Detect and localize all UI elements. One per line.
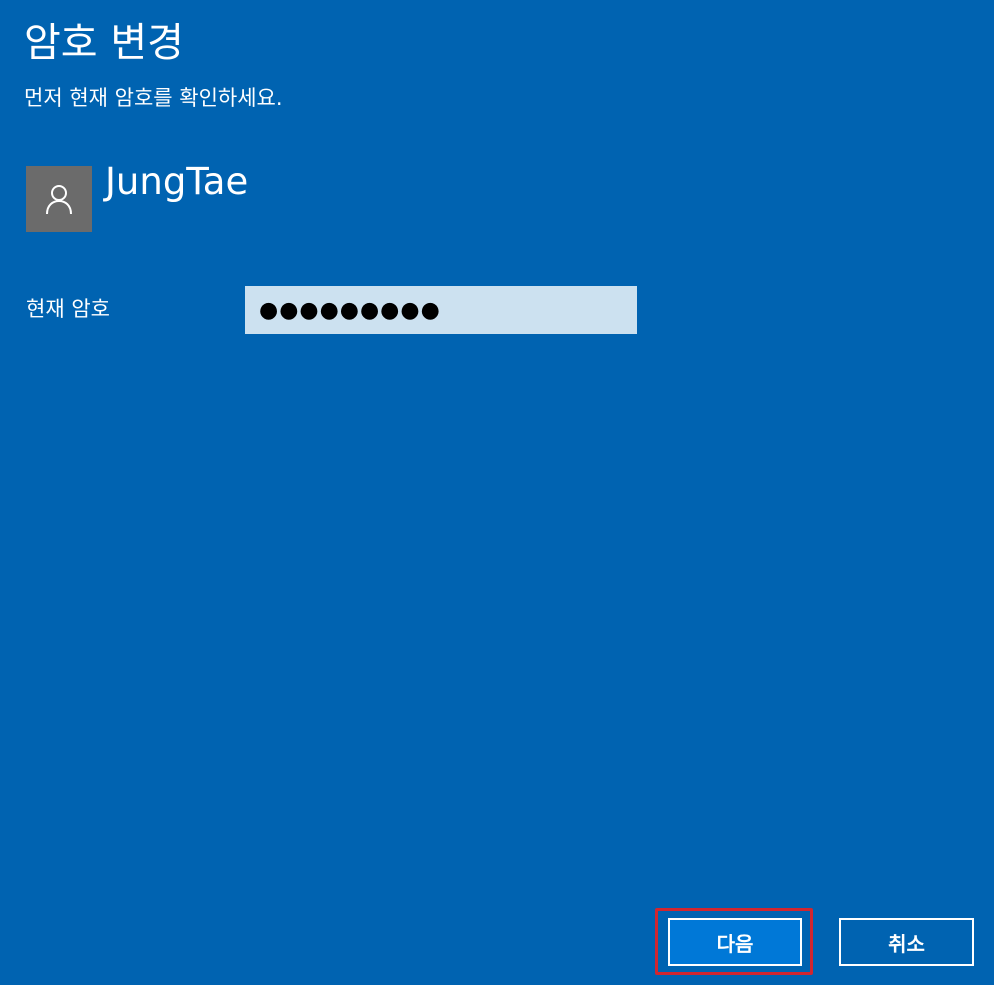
current-password-input[interactable] xyxy=(245,286,637,334)
next-button[interactable]: 다음 xyxy=(668,918,802,966)
username: JungTae xyxy=(105,160,249,203)
current-password-label: 현재 암호 xyxy=(26,297,110,321)
avatar xyxy=(26,166,92,232)
cancel-button[interactable]: 취소 xyxy=(839,918,974,966)
person-icon xyxy=(46,185,72,215)
page-title: 암호 변경 xyxy=(24,20,184,66)
page-subtitle: 먼저 현재 암호를 확인하세요. xyxy=(24,86,283,110)
